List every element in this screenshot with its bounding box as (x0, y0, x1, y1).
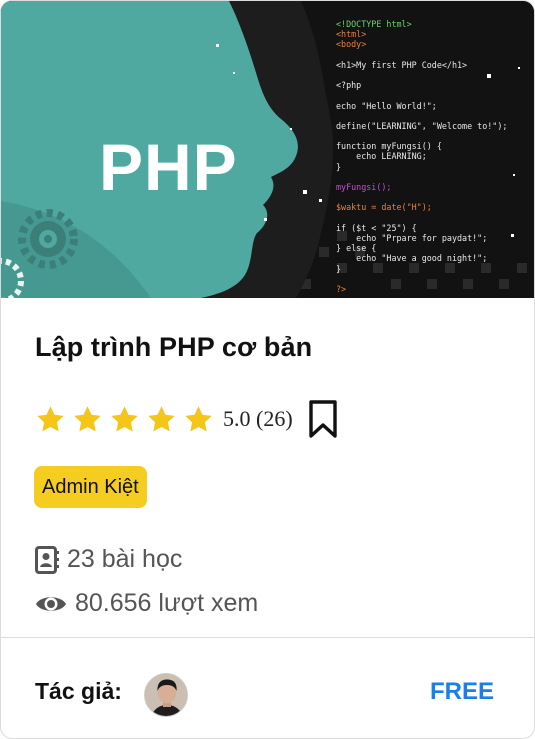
code-line: function myFungsi() { (336, 141, 442, 152)
lesson-count: 23 bài học (35, 545, 182, 574)
code-line: } (336, 161, 342, 172)
price-label[interactable]: FREE (430, 678, 494, 706)
eye-icon (36, 596, 66, 611)
star-icon (74, 405, 101, 431)
star-icon (148, 405, 175, 431)
view-count: 80.656 lượt xem (35, 589, 258, 618)
code-line: } else { (336, 243, 377, 254)
star-icon (185, 405, 212, 431)
card-divider (1, 637, 534, 638)
code-line: <body> (336, 39, 367, 50)
code-line: <!DOCTYPE html> (336, 19, 412, 29)
code-line: myFungsi(); (336, 182, 392, 192)
star-rating (35, 404, 214, 435)
code-line: if ($t < "25") { (336, 222, 417, 233)
code-line: <?php (336, 80, 362, 91)
course-title[interactable]: Lập trình PHP cơ bản (35, 332, 312, 363)
code-snippet: <!DOCTYPE html> <html> <body> <h1>My first … (336, 19, 534, 294)
author-avatar[interactable] (144, 673, 188, 717)
rating-text: 5.0 (26) (223, 406, 293, 431)
star-icon (37, 405, 64, 431)
course-card[interactable]: PHP <!DOCTYPE html> <html> <body> <h1>My fi… (0, 0, 535, 739)
php-logo-text: PHP (99, 130, 238, 204)
bookmark-icon[interactable] (306, 399, 340, 439)
code-line: } (336, 263, 342, 274)
author-label: Tác giả: (35, 678, 122, 704)
lesson-count-text: 23 bài học (67, 545, 183, 573)
code-line: $waktu = date("H"); (336, 202, 432, 213)
code-line: <h1>My first PHP Code</h1> (336, 59, 468, 70)
course-thumbnail[interactable]: PHP <!DOCTYPE html> <html> <body> <h1>My fi… (1, 1, 534, 298)
star-icon (111, 405, 138, 431)
view-count-text: 80.656 lượt xem (75, 589, 259, 617)
code-line: echo "Have a good night!"; (336, 253, 488, 264)
code-line: echo LEARNING; (336, 151, 427, 162)
code-line: echo "Prpare for paydat!"; (336, 232, 488, 243)
code-line: <html> (336, 29, 367, 40)
code-line: ?> (336, 283, 347, 294)
author-tag-badge[interactable]: Admin Kiệt (34, 466, 147, 508)
contact-book-icon (35, 545, 59, 574)
code-line: echo "Hello World!"; (336, 100, 437, 111)
code-line: define("LEARNING", "Welcome to!"); (336, 120, 508, 131)
rating-row: 5.0 (26) (35, 399, 340, 439)
